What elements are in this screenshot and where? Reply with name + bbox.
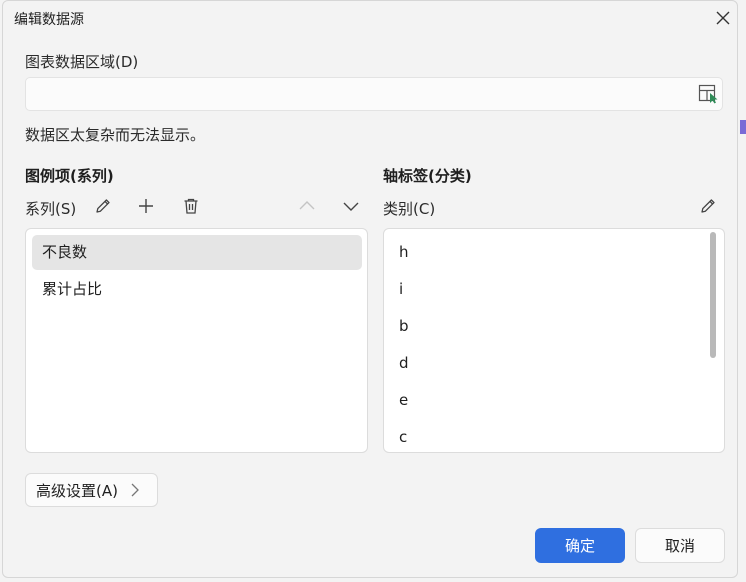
category-section-title: 轴标签(分类) bbox=[383, 167, 472, 185]
category-list[interactable]: h i b d e c bbox=[383, 228, 725, 453]
cancel-button[interactable]: 取消 bbox=[635, 528, 725, 563]
series-item-label: 累计占比 bbox=[42, 280, 103, 298]
category-item: e bbox=[399, 391, 409, 409]
close-icon bbox=[716, 11, 730, 25]
series-section-title: 图例项(系列) bbox=[25, 167, 114, 185]
chevron-up-icon bbox=[299, 201, 315, 210]
move-series-up-button[interactable] bbox=[294, 193, 320, 219]
pencil-icon bbox=[701, 199, 715, 213]
add-series-button[interactable] bbox=[133, 193, 159, 219]
series-sub-label: 系列(S) bbox=[25, 200, 77, 218]
delete-series-button[interactable] bbox=[178, 193, 204, 219]
chart-range-input[interactable] bbox=[25, 77, 723, 111]
category-item: c bbox=[399, 428, 408, 446]
trash-icon bbox=[184, 198, 198, 214]
chevron-right-icon bbox=[131, 483, 139, 497]
advanced-settings-label: 高级设置(A) bbox=[36, 481, 118, 500]
category-sub-label: 类别(C) bbox=[383, 200, 436, 218]
category-list-scrollbar[interactable] bbox=[710, 232, 716, 358]
range-select-button[interactable] bbox=[698, 84, 720, 104]
edit-category-button[interactable] bbox=[695, 193, 721, 219]
background-edge-marker bbox=[740, 120, 746, 134]
series-list[interactable]: 不良数 累计占比 bbox=[25, 228, 368, 453]
category-item: b bbox=[399, 317, 409, 335]
series-item[interactable]: 累计占比 bbox=[32, 272, 362, 307]
move-series-down-button[interactable] bbox=[338, 193, 364, 219]
series-item[interactable]: 不良数 bbox=[32, 235, 362, 270]
category-item: h bbox=[399, 243, 409, 261]
range-select-icon bbox=[698, 84, 718, 104]
chevron-down-icon bbox=[343, 202, 359, 211]
range-message: 数据区太复杂而无法显示。 bbox=[25, 126, 206, 144]
series-item-label: 不良数 bbox=[42, 243, 88, 261]
chart-range-label: 图表数据区域(D) bbox=[25, 53, 139, 71]
category-item: d bbox=[399, 354, 409, 372]
ok-button[interactable]: 确定 bbox=[535, 528, 625, 563]
plus-icon bbox=[139, 199, 153, 213]
edit-series-button[interactable] bbox=[90, 193, 116, 219]
advanced-settings-button[interactable]: 高级设置(A) bbox=[25, 473, 158, 507]
category-item: i bbox=[399, 280, 404, 298]
pencil-icon bbox=[96, 199, 110, 213]
close-button[interactable] bbox=[710, 6, 736, 30]
dialog-title: 编辑数据源 bbox=[14, 12, 84, 28]
